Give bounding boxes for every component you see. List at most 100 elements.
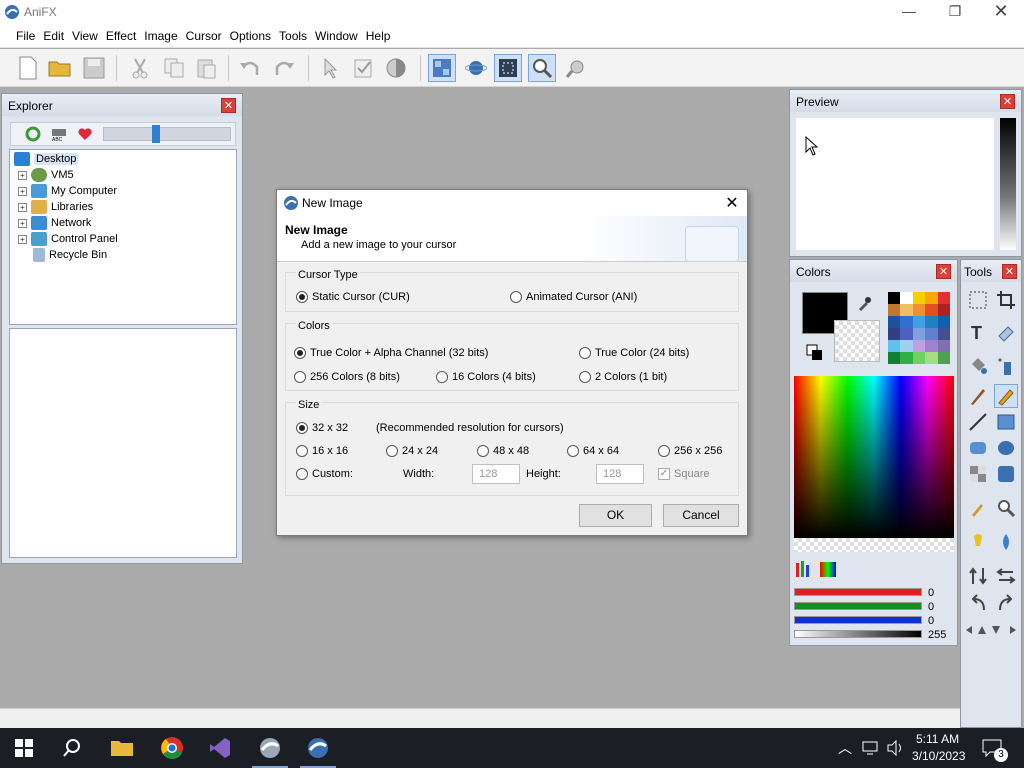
color-4bit-radio[interactable]: 16 Colors (4 bits) — [436, 371, 536, 383]
volume-icon[interactable] — [886, 739, 904, 759]
network-icon[interactable] — [862, 740, 880, 759]
gradient-icon[interactable] — [994, 462, 1018, 486]
select-rect-icon[interactable] — [966, 288, 990, 312]
width-input[interactable]: 128 — [472, 464, 520, 484]
line-icon[interactable] — [966, 410, 990, 434]
menu-view[interactable]: View — [68, 24, 102, 43]
check-icon[interactable] — [350, 54, 378, 82]
redo-icon[interactable] — [270, 54, 298, 82]
chrome-icon[interactable] — [148, 728, 196, 768]
fill-bucket-icon[interactable] — [966, 354, 990, 378]
alpha-channel-bar[interactable] — [794, 630, 922, 638]
size-custom-radio[interactable]: Custom: — [296, 468, 353, 480]
alpha-strip[interactable] — [794, 538, 954, 552]
preview-circle-icon[interactable] — [382, 54, 410, 82]
menu-window[interactable]: Window — [311, 24, 362, 43]
color-8bit-radio[interactable]: 256 Colors (8 bits) — [294, 371, 400, 383]
thumbnail-size-slider[interactable] — [103, 125, 231, 143]
close-button[interactable]: ✕ — [978, 0, 1024, 24]
tree-item-recycle-bin[interactable]: Recycle Bin — [31, 247, 107, 263]
rotate-right-icon[interactable] — [994, 592, 1018, 616]
size-32-radio[interactable]: 32 x 32 — [296, 422, 348, 434]
dialog-close-icon[interactable]: ✕ — [721, 193, 743, 213]
static-cursor-radio[interactable]: Static Cursor (CUR) — [296, 291, 410, 303]
water-drop-icon[interactable] — [994, 530, 1018, 554]
tree-item-control-panel[interactable]: + Control Panel — [18, 231, 118, 247]
minimize-button[interactable]: — — [886, 0, 932, 24]
color-palette[interactable] — [888, 292, 950, 364]
clock-time[interactable]: 5:11 AM — [916, 732, 959, 746]
size-256-radio[interactable]: 256 x 256 — [658, 445, 722, 457]
eyedropper-icon[interactable] — [856, 296, 872, 315]
zoom-icon[interactable] — [528, 54, 556, 82]
flip-vertical-icon[interactable] — [966, 564, 990, 588]
menu-effect[interactable]: Effect — [102, 24, 140, 43]
red-channel-bar[interactable] — [794, 588, 922, 596]
menu-file[interactable]: File — [12, 24, 39, 43]
preview-close-icon[interactable]: ✕ — [1000, 94, 1015, 109]
cut-icon[interactable] — [126, 54, 154, 82]
hsv-mode-icon[interactable] — [818, 558, 838, 581]
refresh-icon[interactable] — [25, 126, 41, 145]
open-folder-icon[interactable] — [46, 54, 74, 82]
anifx-taskbar-icon[interactable] — [294, 728, 342, 768]
tree-item-my-computer[interactable]: + My Computer — [18, 183, 117, 199]
menu-edit[interactable]: Edit — [39, 24, 68, 43]
clock-date[interactable]: 3/10/2023 — [912, 749, 965, 763]
size-64-radio[interactable]: 64 x 64 — [567, 445, 619, 457]
grid-view-icon[interactable] — [428, 54, 456, 82]
size-16-radio[interactable]: 16 x 16 — [296, 445, 348, 457]
menu-help[interactable]: Help — [362, 24, 395, 43]
menu-tools[interactable]: Tools — [275, 24, 311, 43]
brush-icon[interactable] — [966, 384, 990, 408]
color-32bit-radio[interactable]: True Color + Alpha Channel (32 bits) — [294, 347, 488, 359]
copy-icon[interactable] — [160, 54, 188, 82]
taskbar-app-1-icon[interactable] — [246, 728, 294, 768]
color-24bit-radio[interactable]: True Color (24 bits) — [579, 347, 689, 359]
checker-icon[interactable] — [966, 462, 990, 486]
spray-icon[interactable] — [994, 354, 1018, 378]
secondary-color-swatch[interactable] — [834, 320, 880, 362]
preview-background-swatches[interactable] — [1000, 118, 1016, 250]
menu-options[interactable]: Options — [226, 24, 275, 43]
tree-item-libraries[interactable]: + Libraries — [18, 199, 93, 215]
settings-tool-icon[interactable] — [562, 54, 590, 82]
height-input[interactable]: 128 — [596, 464, 644, 484]
nudge-arrows-icon[interactable] — [962, 618, 1020, 642]
square-checkbox[interactable]: ✓ Square — [658, 468, 709, 480]
cancel-button[interactable]: Cancel — [663, 504, 739, 527]
color-1bit-radio[interactable]: 2 Colors (1 bit) — [579, 371, 667, 383]
new-file-icon[interactable] — [14, 54, 42, 82]
size-48-radio[interactable]: 48 x 48 — [477, 445, 529, 457]
text-tool-icon[interactable]: T — [966, 320, 990, 344]
ellipse-icon[interactable] — [994, 436, 1018, 460]
visual-studio-icon[interactable] — [196, 728, 244, 768]
ok-button[interactable]: OK — [579, 504, 652, 527]
rename-icon[interactable]: ABC — [51, 126, 67, 145]
save-icon[interactable] — [80, 54, 108, 82]
crop-icon[interactable] — [994, 288, 1018, 312]
rotate-left-icon[interactable] — [966, 592, 990, 616]
rgb-mode-icon[interactable] — [794, 558, 814, 581]
green-channel-bar[interactable] — [794, 602, 922, 610]
selection-view-icon[interactable] — [494, 54, 522, 82]
animated-cursor-radio[interactable]: Animated Cursor (ANI) — [510, 291, 637, 303]
tree-item-network[interactable]: + Network — [18, 215, 91, 231]
explorer-close-icon[interactable]: ✕ — [221, 98, 236, 113]
paste-icon[interactable] — [192, 54, 220, 82]
file-explorer-icon[interactable] — [98, 728, 146, 768]
search-icon[interactable] — [48, 728, 96, 768]
flip-horizontal-icon[interactable] — [994, 564, 1018, 588]
menu-image[interactable]: Image — [140, 24, 181, 43]
highlight-icon[interactable] — [966, 530, 990, 554]
eraser-icon[interactable] — [994, 320, 1018, 344]
favorite-heart-icon[interactable] — [77, 126, 93, 145]
colors-close-icon[interactable]: ✕ — [936, 264, 951, 279]
menu-cursor[interactable]: Cursor — [182, 24, 226, 43]
restore-button[interactable]: ❐ — [932, 0, 978, 24]
pencil-icon[interactable] — [994, 384, 1018, 408]
tree-item-desktop[interactable]: Desktop — [14, 151, 79, 167]
rounded-rect-icon[interactable] — [966, 436, 990, 460]
chevron-up-icon[interactable]: ︿ — [838, 738, 852, 758]
swap-colors-icon[interactable] — [806, 344, 824, 365]
